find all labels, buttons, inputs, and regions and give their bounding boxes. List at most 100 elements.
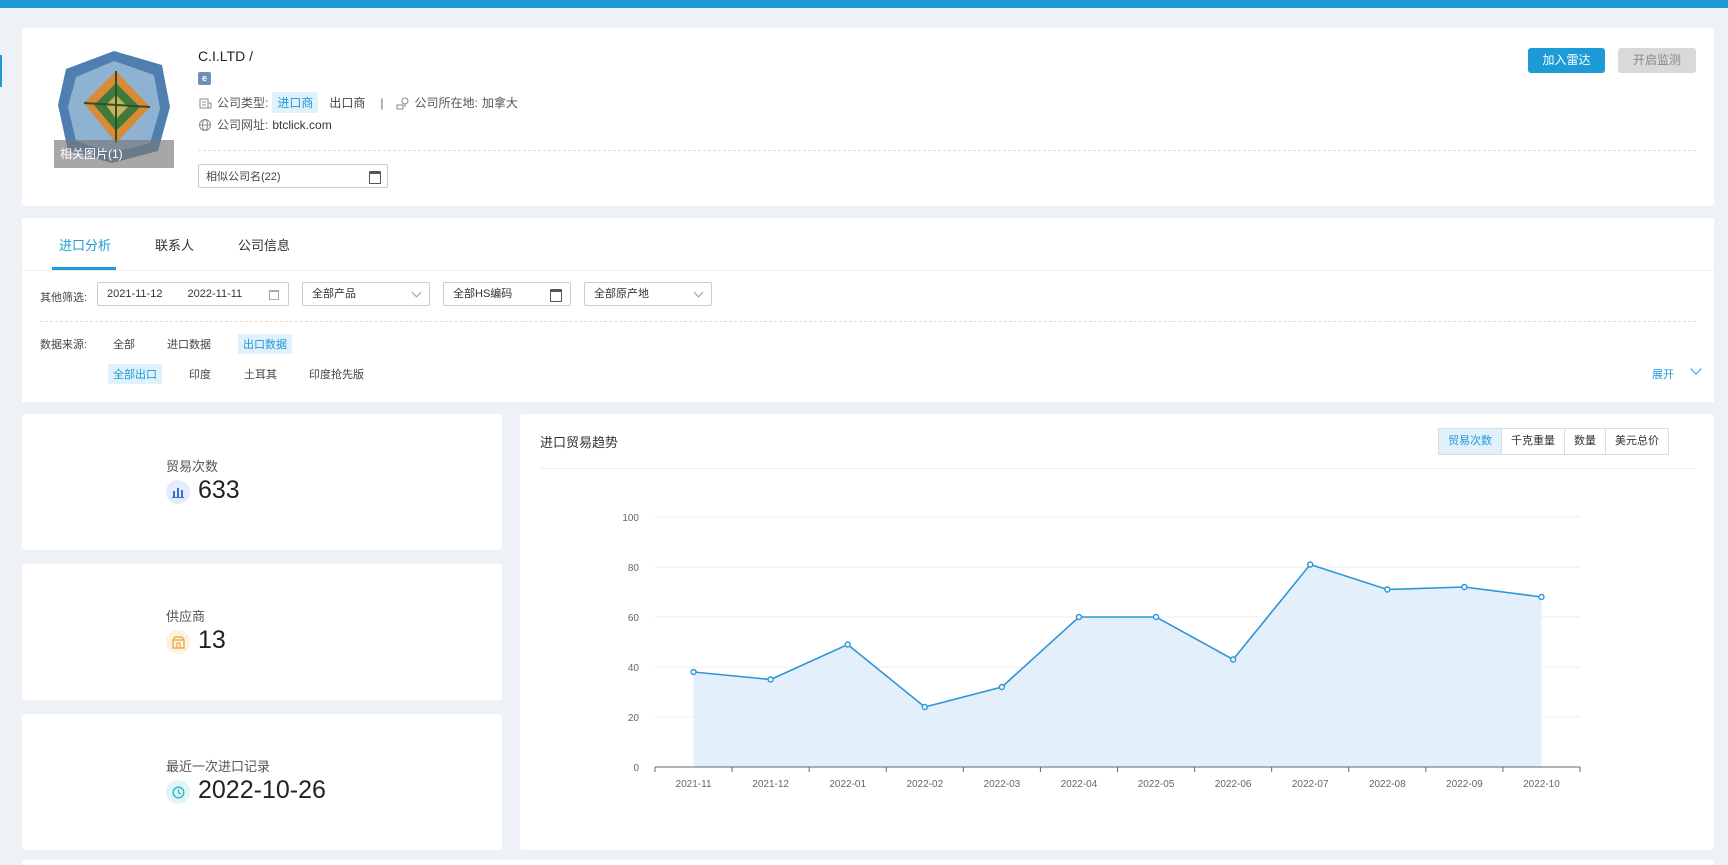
data-point (767, 676, 774, 683)
data-point (1461, 583, 1468, 591)
bar-chart-icon (166, 480, 190, 504)
data-point (1152, 613, 1160, 621)
y-tick-label: 80 (628, 563, 640, 574)
data-point (690, 668, 697, 676)
stat-card-suppliers: 供应商 13 (22, 564, 502, 700)
type-separator: | (380, 95, 384, 110)
tab-bar: 进口分析 联系人 公司信息 (22, 218, 1714, 271)
y-tick-label: 0 (633, 763, 639, 774)
similar-companies-select[interactable]: 相似公司名(22) (198, 164, 388, 188)
location-label: 公司所在地: (414, 96, 478, 110)
x-tick-label: 2022-06 (1215, 779, 1252, 790)
stat-value: 2022-10-26 (198, 776, 326, 804)
chevron-down-icon (693, 287, 704, 298)
metric-tab-usd-total[interactable]: 美元总价 (1605, 429, 1668, 454)
x-tick-label: 2022-07 (1292, 779, 1329, 790)
company-name: C.I.LTD / (198, 48, 253, 64)
metric-tab-trades[interactable]: 贸易次数 (1439, 429, 1501, 454)
stat-label: 供应商 (166, 609, 206, 624)
x-tick-label: 2022-10 (1523, 779, 1560, 790)
other-filter-label: 其他筛选: (40, 292, 88, 304)
sub-source-turkey[interactable]: 土耳其 (239, 364, 282, 384)
x-tick-label: 2022-05 (1138, 779, 1175, 790)
related-images-caption[interactable]: 相关图片(1) (54, 140, 174, 168)
date-end: 2022-11-11 (187, 288, 243, 300)
filter-divider (40, 321, 1696, 322)
y-tick-label: 40 (628, 663, 640, 674)
x-tick-label: 2022-09 (1446, 779, 1483, 790)
side-handle[interactable] (0, 55, 2, 87)
type-exporter-tag[interactable]: 出口商 (324, 92, 370, 113)
stat-card-trades: 贸易次数 633 (22, 414, 502, 550)
x-tick-label: 2021-12 (752, 779, 789, 790)
tab-contacts[interactable]: 联系人 (155, 235, 194, 254)
active-tab-underline (52, 267, 116, 270)
type-importer-tag[interactable]: 进口商 (272, 92, 319, 113)
data-point (1229, 656, 1237, 663)
website-link[interactable]: btclick.com (272, 118, 331, 132)
data-point (844, 641, 851, 648)
company-type-label: 公司类型: (217, 96, 269, 110)
x-tick-label: 2022-08 (1369, 779, 1406, 790)
location-icon (396, 96, 410, 110)
company-type-row: 公司类型: 进口商 出口商 | 公司所在地: 加拿大 (198, 92, 518, 113)
top-accent-bar (0, 0, 1728, 8)
tab-company-info[interactable]: 公司信息 (238, 235, 290, 254)
stat-label: 最近一次进口记录 (166, 759, 271, 774)
date-range-picker[interactable]: 2021-11-12 2022-11-11 (97, 282, 289, 306)
product-select[interactable]: 全部产品 (302, 282, 430, 306)
header-divider (198, 150, 1696, 151)
calendar-icon (550, 289, 562, 302)
chart-title: 进口贸易趋势 (540, 435, 619, 450)
y-tick-label: 20 (628, 713, 640, 724)
data-source-label: 数据来源: (40, 339, 88, 351)
website-row: 公司网址: btclick.com (198, 116, 332, 133)
location-value: 加拿大 (481, 96, 518, 110)
origin-select-value: 全部原产地 (594, 288, 649, 300)
supplier-icon (166, 630, 190, 654)
data-point (998, 683, 1006, 691)
x-tick-label: 2022-04 (1061, 779, 1098, 790)
y-tick-label: 60 (628, 613, 640, 624)
sub-source-all-export[interactable]: 全部出口 (108, 364, 162, 384)
data-point (1538, 593, 1545, 601)
calendar-icon (269, 290, 279, 300)
next-section-edge (22, 860, 1714, 865)
add-radar-button[interactable]: 加入雷达 (1528, 48, 1605, 73)
sub-source-india-preview[interactable]: 印度抢先版 (304, 364, 369, 384)
stat-label: 贸易次数 (166, 459, 219, 474)
building-icon (198, 96, 212, 110)
expand-button[interactable]: 展开 (1652, 366, 1674, 382)
hs-code-value: 全部HS编码 (453, 288, 513, 300)
series-area (693, 564, 1542, 767)
start-monitor-button[interactable]: 开启监测 (1618, 48, 1696, 73)
x-tick-label: 2022-01 (829, 779, 866, 790)
browser-icon[interactable]: e (198, 72, 211, 85)
calendar-icon (369, 171, 381, 184)
website-label: 公司网址: (217, 118, 269, 132)
origin-select[interactable]: 全部原产地 (584, 282, 712, 306)
stat-card-last-import: 最近一次进口记录 2022-10-26 (22, 714, 502, 850)
product-select-value: 全部产品 (312, 288, 356, 300)
tab-import-analysis[interactable]: 进口分析 (59, 235, 111, 254)
source-all[interactable]: 全部 (108, 334, 140, 354)
hs-code-select[interactable]: 全部HS编码 (443, 282, 571, 306)
source-import[interactable]: 进口数据 (162, 334, 216, 354)
trend-chart: 0 20 40 60 80 100 2021-11 2021-12 2022-01 2022-02… (622, 513, 1581, 790)
sub-source-india[interactable]: 印度 (184, 364, 216, 384)
data-point (1384, 586, 1391, 593)
metric-tab-weight[interactable]: 千克重量 (1501, 429, 1564, 454)
globe-icon (198, 118, 212, 132)
x-tick-label: 2022-02 (906, 779, 943, 790)
source-export[interactable]: 出口数据 (238, 334, 292, 354)
chevron-down-icon[interactable] (1690, 363, 1702, 375)
metric-tab-quantity[interactable]: 数量 (1564, 429, 1605, 454)
x-tick-label: 2022-03 (984, 779, 1021, 790)
data-point (1307, 561, 1314, 568)
analysis-filter-card: 进口分析 联系人 公司信息 其他筛选: 2021-11-12 2022-11-1… (22, 218, 1714, 402)
x-tick-label: 2021-11 (676, 779, 712, 790)
data-point (921, 703, 928, 711)
y-tick-label: 100 (622, 513, 639, 524)
chart-divider (540, 468, 1696, 469)
stat-value: 633 (198, 476, 240, 504)
